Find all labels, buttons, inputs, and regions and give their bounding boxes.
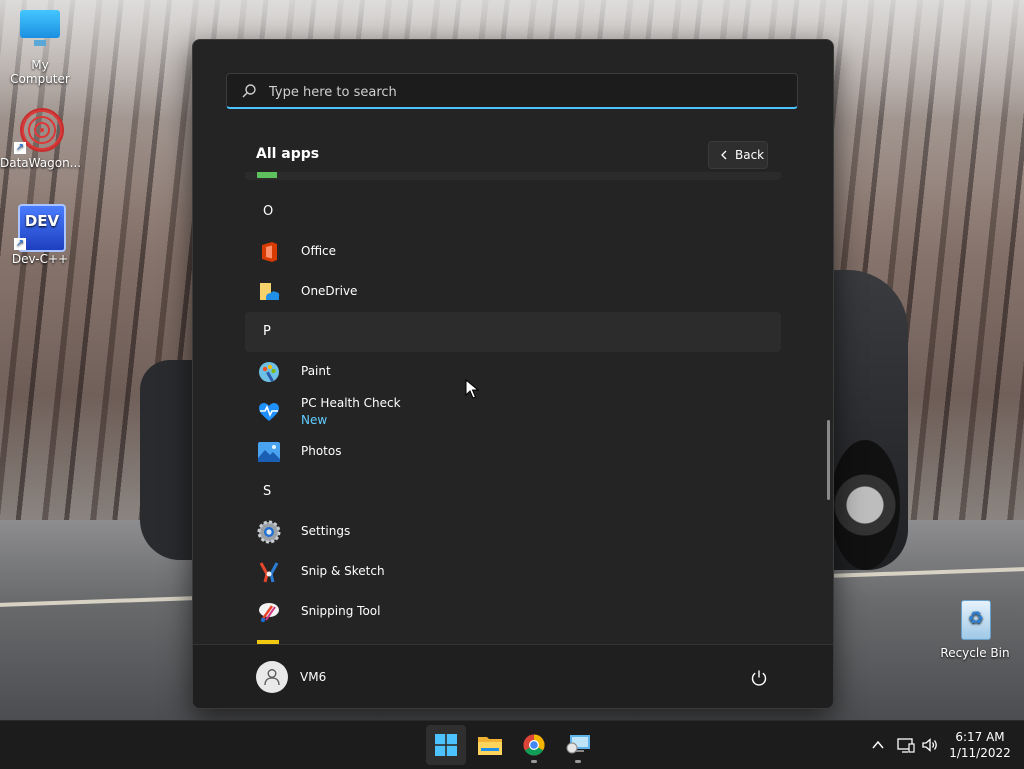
- power-icon[interactable]: [750, 669, 768, 687]
- back-button-label: Back: [735, 148, 765, 162]
- clock-date: 1/11/2022: [949, 746, 1011, 760]
- desktop-icon-datawagon[interactable]: ↗ DataWagon...: [0, 108, 82, 170]
- taskbar: 6:17 AM 1/11/2022: [0, 720, 1024, 769]
- start-button[interactable]: [426, 725, 466, 765]
- app-name: Snipping Tool: [301, 604, 381, 618]
- datawagon-icon: ↗: [14, 108, 64, 154]
- app-item-office[interactable]: Office: [245, 232, 781, 272]
- desktop-icon-label: Recycle Bin: [940, 646, 1010, 660]
- app-name: Office: [301, 244, 337, 258]
- search-icon: [242, 84, 256, 98]
- file-explorer-button[interactable]: [470, 725, 510, 765]
- app-item-paint[interactable]: Paint: [245, 352, 781, 392]
- shortcut-arrow-icon: ↗: [14, 142, 26, 154]
- all-apps-list[interactable]: O Office OneDrive P Paint PC Health Chec…: [245, 172, 781, 644]
- app-name: Photos: [301, 444, 342, 458]
- snip-sketch-icon: [259, 562, 279, 583]
- start-menu-footer: VM6: [193, 644, 833, 708]
- chrome-icon: [523, 734, 545, 756]
- mouse-cursor-icon: [465, 379, 479, 399]
- desktop-icon-label: Dev-C++: [11, 252, 69, 266]
- user-name[interactable]: VM6: [300, 670, 326, 684]
- running-indicator: [531, 760, 537, 763]
- desktop-icon-label: DataWagon...: [0, 156, 82, 170]
- search-input[interactable]: [267, 74, 791, 110]
- network-icon[interactable]: [897, 736, 915, 754]
- app-icon: [257, 172, 277, 178]
- app-item-pc-health-check[interactable]: PC Health Check New: [245, 392, 781, 432]
- group-header-s[interactable]: S: [245, 472, 781, 512]
- snipping-tool-icon: [259, 603, 279, 623]
- back-button[interactable]: Back: [708, 141, 768, 169]
- app-item-snip-sketch[interactable]: Snip & Sketch: [245, 552, 781, 592]
- pc-health-icon: [259, 403, 279, 421]
- desktop-icon-my-computer[interactable]: My Computer: [0, 10, 80, 86]
- app-item-photos[interactable]: Photos: [245, 432, 781, 472]
- chevron-up-icon[interactable]: [871, 738, 885, 752]
- settings-icon: [257, 520, 281, 544]
- office-icon: [262, 242, 277, 262]
- shortcut-arrow-icon: ↗: [14, 238, 26, 250]
- clock-time: 6:17 AM: [955, 730, 1005, 744]
- file-explorer-icon: [478, 737, 502, 755]
- dev-cpp-icon: DEV ↗: [14, 204, 66, 252]
- app-item-snipping-tool[interactable]: Snipping Tool: [245, 592, 781, 632]
- photos-icon: [258, 442, 280, 462]
- app-name: Snip & Sketch: [301, 564, 385, 578]
- avatar[interactable]: [256, 661, 288, 693]
- app-name: Paint: [301, 364, 331, 378]
- remote-desktop-button[interactable]: [558, 725, 598, 765]
- user-icon: [264, 669, 280, 686]
- group-letter: P: [263, 324, 271, 339]
- start-menu: All apps Back O Office OneDrive P: [192, 39, 834, 709]
- group-header-o[interactable]: O: [245, 192, 781, 232]
- clock[interactable]: 6:17 AM 1/11/2022: [945, 729, 1015, 761]
- chrome-button[interactable]: [514, 725, 554, 765]
- wallpaper-car-left: [140, 360, 200, 560]
- chevron-left-icon: [721, 150, 727, 160]
- running-indicator: [575, 760, 581, 763]
- new-badge: New: [301, 413, 328, 427]
- start-icon: [435, 734, 457, 756]
- app-name: Settings: [301, 524, 351, 538]
- remote-desktop-icon: [566, 735, 590, 754]
- group-letter: O: [263, 204, 274, 219]
- app-item-onedrive[interactable]: OneDrive: [245, 272, 781, 312]
- group-letter: S: [263, 484, 272, 499]
- onedrive-icon: [260, 283, 280, 300]
- app-item-settings[interactable]: Settings: [245, 512, 781, 552]
- paint-icon: [259, 362, 279, 382]
- list-scrollbar[interactable]: [827, 420, 830, 500]
- group-header-p[interactable]: P: [245, 312, 781, 352]
- volume-icon[interactable]: [921, 736, 939, 754]
- app-name: OneDrive: [301, 284, 358, 298]
- search-box[interactable]: [226, 73, 798, 110]
- desktop-icon-recycle-bin[interactable]: ♻ Recycle Bin: [935, 598, 1015, 660]
- recycle-bin-icon: ♻: [953, 598, 997, 642]
- desktop-icon-dev-cpp[interactable]: DEV ↗ Dev-C++: [0, 204, 80, 266]
- all-apps-title: All apps: [256, 146, 320, 162]
- desktop-icon-label: My Computer: [10, 58, 70, 86]
- app-name: PC Health Check: [301, 396, 401, 410]
- list-item[interactable]: [245, 172, 781, 180]
- wallpaper-car-wheel: [830, 440, 900, 570]
- computer-icon: [18, 10, 62, 54]
